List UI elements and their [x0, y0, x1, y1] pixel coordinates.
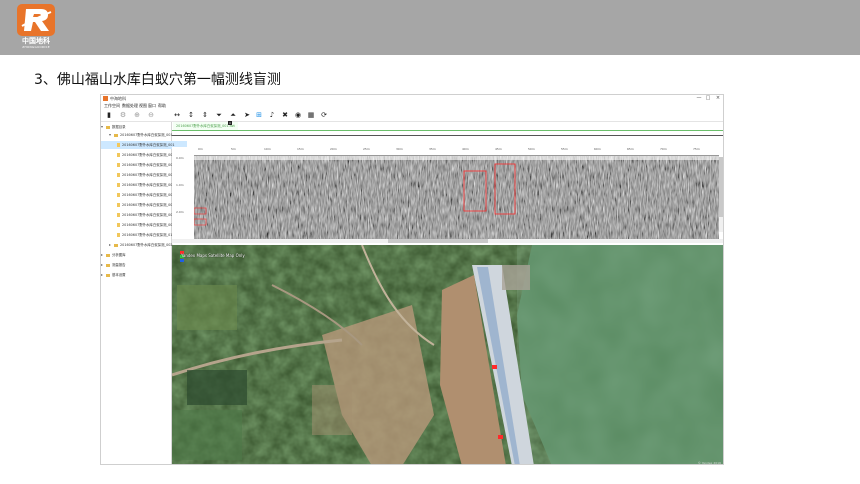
view-icon[interactable]: ◉ — [294, 111, 302, 119]
minimize-button[interactable]: — — [695, 95, 703, 102]
trash-icon[interactable]: ✖ — [281, 111, 289, 119]
satellite-imagery — [172, 245, 723, 464]
logo-subtext: ZHONGGUODIKE — [22, 45, 50, 49]
ruler-tick-label: 50m — [528, 147, 535, 151]
new-file-icon[interactable]: ▮ — [105, 111, 113, 119]
app-icon — [103, 96, 108, 101]
ruler-tick-label: 5m — [231, 147, 236, 151]
ruler-tick-label: 25m — [363, 147, 370, 151]
menu-data-processing[interactable]: 数据处理 — [122, 102, 138, 109]
logo-mark-icon — [17, 4, 55, 36]
map-marker[interactable] — [498, 435, 503, 439]
depth-label-left: 2.0m — [176, 210, 184, 214]
tree-file-label: 20160607野外水库白蚁探测_007 — [122, 203, 175, 207]
tree-project-2[interactable]: ▸ 20160607野外水库白蚁探测_002 — [101, 241, 179, 249]
legend-swatch-blue — [180, 259, 184, 262]
tree-file-label: 20160607野外水库白蚁探测_003 — [122, 163, 175, 167]
satellite-map[interactable]: Yandex Maps Satellite Map Only © Yandex … — [172, 245, 723, 465]
radar-profile-panel: 0m 5m 10m 15m 20m 25m 30m 35m 40m 45m 50m 55m 60m 65m… — [172, 147, 723, 242]
tree-file-label: 20160607野外水库白蚁探测_001 — [122, 143, 175, 147]
close-button[interactable]: × — [714, 95, 722, 102]
ruler-tick-label: 10m — [264, 147, 271, 151]
tree-root-label: 数据目录 — [112, 125, 126, 129]
tree-file-label: 20160607野外水库白蚁探测_002 — [122, 153, 175, 157]
tree-file-label: 20160607野外水库白蚁探测_010 — [122, 233, 175, 237]
tree-project-2-label: 20160607野外水库白蚁探测_002 — [120, 243, 173, 247]
radar-vertical-scrollbar[interactable] — [719, 157, 723, 232]
ruler-tick-label: 20m — [330, 147, 337, 151]
ruler-tick-label: 60m — [594, 147, 601, 151]
tree-report[interactable]: ▸ 测量报告 — [101, 261, 171, 269]
grid-icon[interactable]: ▦ — [307, 111, 315, 119]
zoom-out-icon[interactable]: ⊖ — [147, 111, 155, 119]
title-bar: 中海地科 — □ × — [101, 95, 723, 102]
tree-file-label: 20160607野外水库白蚁探测_005 — [122, 183, 175, 187]
divider — [172, 135, 723, 136]
ruler-tick-label: 75m — [693, 147, 700, 151]
tree-settings-label: 基本设置 — [112, 273, 126, 277]
menu-help[interactable]: 帮助 — [158, 102, 166, 109]
slide-header-bar: 中国地科 ZHONGGUODIKE — [0, 0, 860, 55]
menu-window[interactable]: 窗口 — [148, 102, 156, 109]
zoom-in-icon[interactable]: ⊕ — [133, 111, 141, 119]
depth-label-left: 0.0m — [176, 156, 184, 160]
slide-title: 3、佛山福山水库白蚁穴第一幅测线盲测 — [34, 72, 281, 88]
music-icon[interactable]: ♪ — [268, 111, 276, 119]
ruler-tick-label: 45m — [495, 147, 502, 151]
menu-view[interactable]: 视图 — [139, 102, 147, 109]
split-icon[interactable]: ⟳ — [320, 111, 328, 119]
tree-analysis-label: 分析图库 — [112, 253, 126, 257]
ruler-tick-label: 65m — [627, 147, 634, 151]
app-title: 中海地科 — [110, 96, 126, 101]
menu-workspace[interactable]: 工作空间 — [104, 102, 120, 109]
menu-bar: 工作空间 数据处理 视图 窗口 帮助 — [101, 102, 723, 109]
triangle-up-icon[interactable]: ⏷ — [215, 111, 223, 119]
tree-report-label: 测量报告 — [112, 263, 126, 267]
pan-vertical-icon[interactable]: ↕ — [187, 111, 195, 119]
project-tree-panel: ▾ 数据目录 ▾ 20160607野外水库白蚁探测_001 20160607野外水库… — [101, 122, 187, 464]
depth-label-left: 1.0m — [176, 183, 184, 187]
tab-close-icon[interactable]: × — [228, 121, 232, 125]
map-copyright: © Yandex 2016 — [697, 461, 721, 465]
toolbar: ▮ ⚙ ⊕ ⊖ ↔ ↕ ⇕ ⏷ ⏶ ➤ ⊞ ♪ ✖ ◉ ▦ ⟳ — [101, 109, 723, 122]
map-caption: Yandex Maps Satellite Map Only — [181, 253, 245, 258]
logo-text: 中国地科 — [22, 37, 50, 45]
tree-project-label: 20160607野外水库白蚁探测_001 — [120, 133, 173, 137]
ruler-tick-label: 55m — [561, 147, 568, 151]
scroll-thumb[interactable] — [719, 157, 723, 217]
ruler-tick-label: 70m — [660, 147, 667, 151]
distance-ruler: 0m 5m 10m 15m 20m 25m 30m 35m 40m 45m 50m 55m 60m 65m… — [194, 147, 719, 156]
tree-file-label: 20160607野外水库白蚁探测_004 — [122, 173, 175, 177]
scroll-thumb[interactable] — [388, 239, 488, 243]
tree-file-label: 20160607野外水库白蚁探测_009 — [122, 223, 175, 227]
ruler-tick-label: 30m — [396, 147, 403, 151]
tree-project[interactable]: ▾ 20160607野外水库白蚁探测_001 — [101, 131, 179, 139]
ruler-tick-label: 35m — [429, 147, 436, 151]
ruler-tick-label: 15m — [297, 147, 304, 151]
tree-settings[interactable]: ▸ 基本设置 — [101, 271, 171, 279]
tree-file-label: 20160607野外水库白蚁探测_006 — [122, 193, 175, 197]
tree-root[interactable]: ▾ 数据目录 — [101, 123, 171, 131]
settings-icon[interactable]: ⚙ — [119, 111, 127, 119]
maximize-button[interactable]: □ — [704, 95, 712, 102]
document-tabs: 20160607野外水库白蚁探测_001.dzt × — [172, 121, 723, 131]
tree-analysis[interactable]: ▸ 分析图库 — [101, 251, 171, 259]
company-logo: 中国地科 ZHONGGUODIKE — [14, 4, 58, 51]
radar-bscan-image[interactable] — [194, 156, 719, 240]
app-window: 中海地科 — □ × 工作空间 数据处理 视图 窗口 帮助 ▮ ⚙ ⊕ ⊖ ↔ … — [100, 94, 724, 465]
map-marker[interactable] — [492, 365, 497, 369]
radar-horizontal-scrollbar[interactable] — [172, 239, 723, 243]
tree-file-label: 20160607野外水库白蚁探测_008 — [122, 213, 175, 217]
crosshair-icon[interactable]: ⊞ — [255, 111, 263, 119]
triangle-down-icon[interactable]: ⏶ — [229, 111, 237, 119]
ruler-tick-label: 0m — [198, 147, 203, 151]
select-icon[interactable]: ➤ — [243, 111, 251, 119]
stretch-icon[interactable]: ⇕ — [201, 111, 209, 119]
ruler-tick-label: 40m — [462, 147, 469, 151]
tab-label: 20160607野外水库白蚁探测_001.dzt — [176, 124, 235, 128]
pan-horizontal-icon[interactable]: ↔ — [173, 111, 181, 119]
